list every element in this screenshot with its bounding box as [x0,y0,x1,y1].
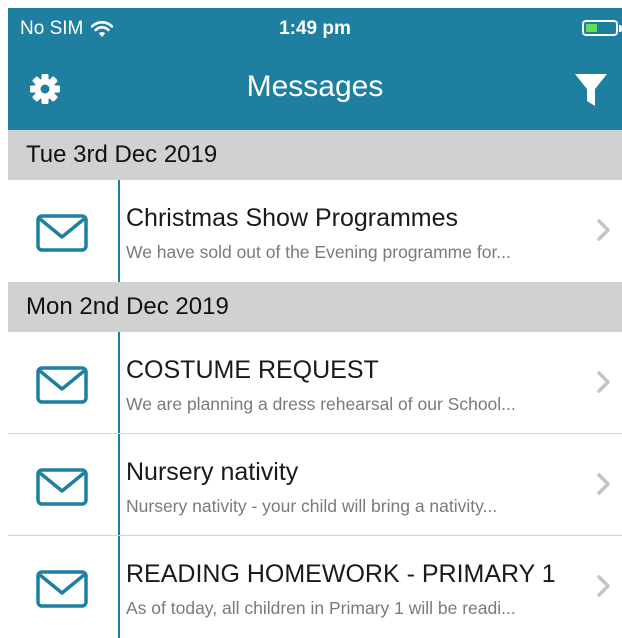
chevron-right-icon [597,371,610,393]
timeline-rail [118,536,120,638]
envelope-icon [36,468,88,506]
message-preview: As of today, all children in Primary 1 w… [126,598,516,618]
message-row[interactable]: READING HOMEWORK - PRIMARY 1 As of today… [8,536,622,638]
chevron-right-icon [597,575,610,597]
section-header-date: Mon 2nd Dec 2019 [8,282,622,332]
envelope-icon [36,366,88,404]
chevron-right-icon [597,219,610,241]
chevron-right-icon [597,473,610,495]
message-row[interactable]: Nursery nativity Nursery nativity - your… [8,434,622,536]
message-preview: We have sold out of the Evening programm… [126,242,511,262]
message-title: Christmas Show Programmes [126,204,459,232]
status-time: 1:49 pm [279,18,351,39]
status-bar: No SIM 1:49 pm [8,8,622,50]
filter-icon[interactable] [574,72,608,108]
message-preview: Nursery nativity - your child will bring… [126,496,498,516]
nav-bar: Messages [8,50,622,130]
battery-body [582,20,618,36]
app-screen: No SIM 1:49 pm Messages Tue 3rd Dec 2019… [8,8,622,638]
message-preview: We are planning a dress rehearsal of our… [126,394,516,414]
envelope-icon [36,570,88,608]
envelope-icon [36,214,88,252]
message-row[interactable]: Christmas Show Programmes We have sold o… [8,180,622,282]
timeline-rail [118,180,120,282]
timeline-rail [118,434,120,536]
battery-icon [582,20,622,36]
message-title: Nursery nativity [126,458,299,486]
battery-level [586,24,597,32]
page-title: Messages [246,70,384,103]
message-row[interactable]: COSTUME REQUEST We are planning a dress … [8,332,622,434]
message-title: READING HOMEWORK - PRIMARY 1 [126,560,556,588]
section-header-date: Tue 3rd Dec 2019 [8,130,622,180]
message-title: COSTUME REQUEST [126,356,379,384]
timeline-rail [118,332,120,434]
